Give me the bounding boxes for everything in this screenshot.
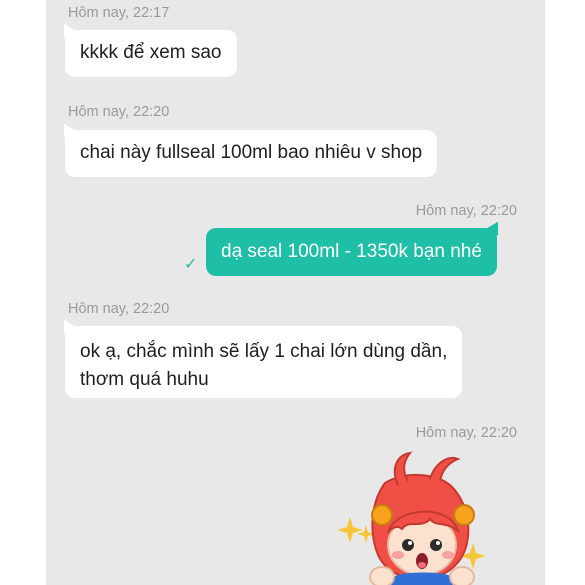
message-timestamp: Hôm nay, 22:17 (68, 5, 170, 21)
incoming-message-bubble[interactable]: chai này fullseal 100ml bao nhiêu v shop (65, 130, 438, 177)
incoming-message-bubble[interactable]: kkkk để xem sao (65, 30, 237, 77)
surprised-red-hair-girl-sticker[interactable] (290, 445, 490, 585)
incoming-message-bubble[interactable]: ok ạ, chắc mình sẽ lấy 1 chai lớn dùng d… (65, 326, 463, 398)
outgoing-message-bubble[interactable]: dạ seal 100ml - 1350k bạn nhé (206, 228, 497, 276)
message-text-line: thơm quá huhu (80, 369, 209, 390)
message-timestamp: Hôm nay, 22:20 (68, 301, 170, 317)
message-text: chai này fullseal 100ml bao nhiêu v shop (80, 142, 423, 163)
message-text: dạ seal 100ml - 1350k bạn nhé (221, 241, 482, 262)
screenshot-frame: Hôm nay, 22:17 kkkk để xem sao Hôm nay, … (0, 0, 585, 585)
message-timestamp: Hôm nay, 22:20 (68, 104, 170, 120)
message-text-line: ok ạ, chắc mình sẽ lấy 1 chai lớn dùng d… (80, 341, 448, 362)
message-timestamp: Hôm nay, 22:20 (415, 425, 517, 441)
check-icon: ✓ (184, 256, 198, 273)
message-timestamp: Hôm nay, 22:20 (415, 203, 517, 219)
message-text: kkkk để xem sao (80, 42, 222, 63)
